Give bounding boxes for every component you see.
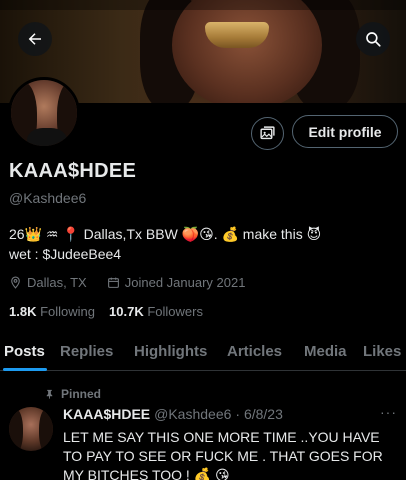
status-bar-strip — [0, 0, 406, 10]
tab-replies[interactable]: Replies — [60, 343, 113, 360]
followers-link[interactable]: 10.7K Followers — [109, 304, 203, 319]
location-text: Dallas, TX — [27, 275, 87, 290]
tweet-avatar[interactable] — [9, 407, 53, 451]
search-button[interactable] — [356, 22, 390, 56]
avatar-image-part — [27, 128, 67, 146]
profile-meta: Dallas, TX Joined January 2021 — [9, 275, 245, 290]
media-button[interactable] — [251, 117, 284, 150]
profile-tabs: Posts Replies Highlights Articles Media … — [0, 337, 406, 371]
follow-stats: 1.8K Following 10.7K Followers — [9, 304, 203, 319]
profile-avatar[interactable] — [8, 77, 80, 149]
tab-posts[interactable]: Posts — [4, 343, 45, 360]
avatar-image-part — [39, 409, 53, 451]
calendar-icon — [107, 277, 119, 288]
search-icon — [366, 32, 381, 47]
tab-media[interactable]: Media — [304, 343, 347, 360]
tweet-header: KAAA$HDEE @Kashdee6 · 6/8/23 — [63, 406, 283, 422]
display-name: KAAA$HDEE — [9, 160, 137, 182]
tweet-date[interactable]: · 6/8/23 — [235, 406, 282, 422]
following-link[interactable]: 1.8K Following — [9, 304, 95, 319]
edit-profile-button[interactable]: Edit profile — [292, 115, 398, 148]
bio-line-1: 26👑 ♒ 📍 Dallas,Tx BBW 🍑😘. 💰 make this 😈 — [9, 226, 322, 242]
tweet-text: LET ME SAY THIS ONE MORE TIME ..YOU HAVE… — [63, 429, 383, 480]
pinned-indicator: Pinned — [44, 387, 101, 401]
image-gallery-icon — [260, 126, 275, 140]
bio-line-2: wet : $JudeeBee4 — [9, 246, 122, 262]
joined-text: Joined January 2021 — [124, 275, 246, 290]
back-button[interactable] — [18, 22, 52, 56]
tab-articles[interactable]: Articles — [227, 343, 282, 360]
pinned-label: Pinned — [61, 387, 102, 401]
location-icon — [11, 276, 20, 289]
followers-label: Followers — [147, 304, 203, 319]
arrow-left-icon — [28, 33, 41, 45]
tweet-author-name[interactable]: KAAA$HDEE — [63, 406, 150, 422]
tab-likes[interactable]: Likes — [363, 343, 401, 360]
following-label: Following — [40, 304, 96, 319]
tweet-author-handle[interactable]: @Kashdee6 — [154, 406, 231, 422]
following-count: 1.8K — [9, 304, 37, 319]
avatar-image-part — [9, 409, 23, 451]
banner-image-part — [172, 0, 322, 103]
pin-icon — [46, 389, 53, 399]
followers-count: 10.7K — [109, 304, 144, 319]
tab-highlights[interactable]: Highlights — [134, 343, 207, 360]
banner-image-part — [205, 22, 269, 48]
profile-bio: 26👑 ♒ 📍 Dallas,Tx BBW 🍑😘. 💰 make this 😈 … — [9, 224, 399, 264]
profile-handle: @Kashdee6 — [9, 190, 87, 206]
more-options-icon[interactable]: ··· — [380, 404, 397, 420]
active-tab-indicator — [3, 368, 47, 371]
